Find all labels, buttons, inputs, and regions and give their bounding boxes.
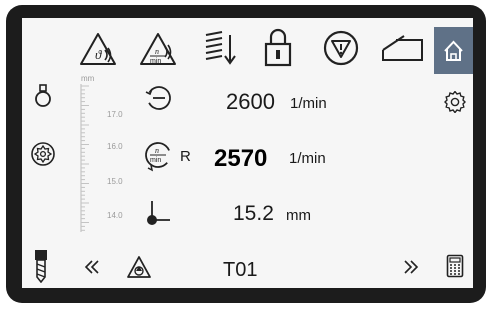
calculator-icon[interactable] [446, 254, 464, 278]
scale-unit: mm [81, 74, 95, 83]
double-chevron-left-icon[interactable] [84, 259, 100, 275]
home-button[interactable] [434, 27, 473, 74]
svg-text:ϑ: ϑ [95, 47, 102, 62]
stop-circle-icon[interactable] [322, 29, 360, 67]
spindle-icon[interactable] [33, 84, 53, 108]
home-icon [444, 40, 463, 61]
scale-label-16: 16.0 [107, 142, 123, 151]
gear-circle-icon[interactable] [30, 141, 56, 167]
position-scale [80, 84, 89, 232]
scale-label-14: 14.0 [107, 211, 123, 220]
svg-text:n: n [155, 47, 159, 56]
tool-number[interactable]: T01 [223, 259, 257, 282]
rotation-arrow-icon [143, 84, 175, 112]
position-value: 15.2 [233, 202, 274, 225]
spindle-actual-unit: 1/min [289, 150, 326, 167]
tool-warning-icon[interactable] [126, 255, 152, 279]
actual-rpm-label: R [180, 148, 191, 165]
theta-feed-warning-icon[interactable]: ϑ [78, 31, 118, 67]
hmi-screen: ϑ n min mm 17.0 16.0 15.0 14.0 2600 1/mi… [22, 18, 473, 288]
position-unit: mm [286, 207, 311, 224]
padlock-icon[interactable] [263, 26, 293, 68]
rpm-warning-icon[interactable]: n min [138, 31, 178, 67]
spring-down-icon[interactable] [202, 29, 238, 67]
spindle-set-unit: 1/min [290, 95, 327, 112]
scale-label-15: 15.0 [107, 177, 123, 186]
position-axis-icon [142, 198, 172, 228]
spindle-actual-value: 2570 [214, 145, 268, 172]
scale-label-17: 17.0 [107, 110, 123, 119]
actual-rpm-icon: n min [142, 140, 174, 174]
svg-text:min: min [150, 157, 161, 164]
spindle-set-value[interactable]: 2600 [226, 89, 275, 115]
drill-bit-icon[interactable] [33, 249, 49, 283]
double-chevron-right-icon[interactable] [403, 259, 419, 275]
settings-gear-icon[interactable] [444, 91, 466, 113]
svg-text:n: n [155, 146, 159, 155]
door-open-icon[interactable] [380, 32, 426, 64]
svg-text:min: min [150, 58, 161, 65]
